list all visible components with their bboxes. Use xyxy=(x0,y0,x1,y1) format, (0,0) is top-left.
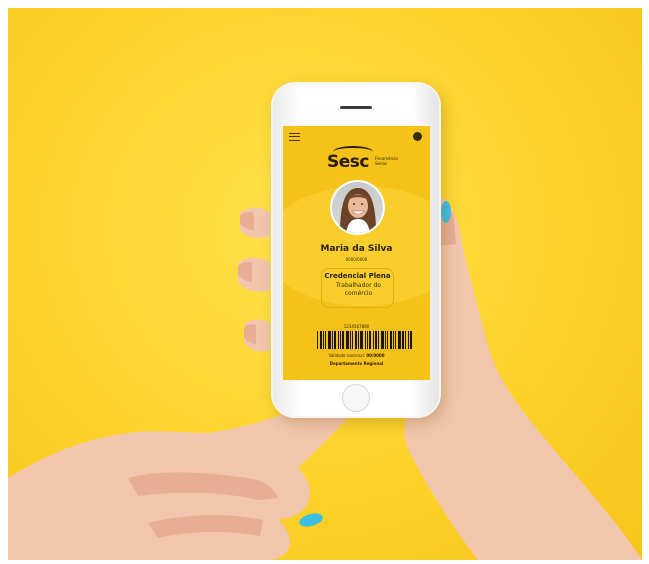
barcode-bar xyxy=(338,331,339,349)
logo-sub-line2: Senac xyxy=(375,161,388,166)
barcode-bar xyxy=(355,331,357,349)
barcode-bar xyxy=(365,331,366,349)
smartphone: Sesc Fecomércio Senac Maria da Silva 000… xyxy=(271,82,441,418)
barcode-bar xyxy=(395,331,396,349)
barcode-bar xyxy=(358,331,359,349)
home-button[interactable] xyxy=(342,384,370,412)
barcode-bar xyxy=(320,331,322,349)
credential-box: Credencial Plena Trabalhador do comércio xyxy=(321,268,394,308)
member-code: 0000/0000 xyxy=(345,257,368,262)
phone-speaker xyxy=(340,106,372,109)
barcode-bar xyxy=(373,331,374,349)
validity-value: 00/0000 xyxy=(366,353,385,358)
barcode-bar xyxy=(410,331,412,349)
avatar xyxy=(330,180,385,235)
barcode-bar xyxy=(385,331,386,349)
barcode-bar xyxy=(390,331,392,349)
barcode-bar xyxy=(340,331,341,349)
barcode-bar xyxy=(402,331,404,349)
department-label: Departamento Regional xyxy=(329,361,384,366)
barcode-bar xyxy=(381,331,384,349)
app-topbar xyxy=(283,126,430,146)
barcode-bar xyxy=(360,331,363,349)
barcode-number: 1234567890 xyxy=(343,324,370,329)
barcode-bar xyxy=(367,331,368,349)
barcode-bar xyxy=(325,331,326,349)
logo-subtext: Fecomércio Senac xyxy=(375,156,405,166)
credential-subtitle: Trabalhador do comércio xyxy=(336,282,381,297)
member-name: Maria da Silva xyxy=(320,244,393,254)
credential-title: Credencial Plena xyxy=(324,272,391,280)
barcode-bar xyxy=(317,331,318,349)
barcode-bar xyxy=(332,331,333,349)
barcode-bar xyxy=(387,331,388,349)
thumb-nail xyxy=(441,201,451,223)
barcode-bar xyxy=(342,331,344,349)
validity-label: Validade nacional: xyxy=(328,353,366,358)
avatar-portrait xyxy=(340,188,376,233)
sesc-logo: Sesc Fecomércio Senac xyxy=(327,146,405,174)
barcode-bar xyxy=(405,331,406,349)
barcode-bar xyxy=(369,331,371,349)
logo-word: Sesc xyxy=(327,152,369,172)
barcode-bar xyxy=(375,331,377,349)
photo-background: Sesc Fecomércio Senac Maria da Silva 000… xyxy=(8,8,642,560)
barcode-bar xyxy=(352,331,353,349)
barcode xyxy=(317,331,412,349)
barcode-bar xyxy=(328,331,331,349)
lower-finger-nail xyxy=(299,513,323,527)
barcode-bar xyxy=(350,331,351,349)
hamburger-menu-icon[interactable] xyxy=(289,133,300,141)
barcode-bar xyxy=(393,331,394,349)
barcode-bar xyxy=(378,331,379,349)
validity-line: Validade nacional: 00/0000 xyxy=(283,353,430,358)
barcode-bar xyxy=(346,331,349,349)
barcode-bar xyxy=(323,331,324,349)
barcode-bar xyxy=(408,331,409,349)
avatar-photo xyxy=(332,182,383,233)
barcode-bar xyxy=(334,331,336,349)
app-screen[interactable]: Sesc Fecomércio Senac Maria da Silva 000… xyxy=(283,126,430,380)
user-icon[interactable] xyxy=(413,132,422,141)
barcode-bar xyxy=(398,331,401,349)
